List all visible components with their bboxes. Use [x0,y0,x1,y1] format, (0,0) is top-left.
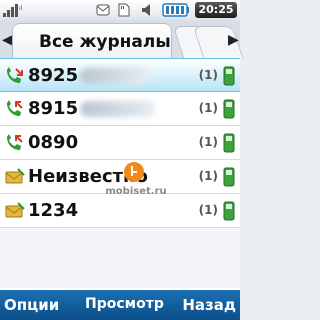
tab-all-logs[interactable]: Все журналы [12,23,172,58]
incoming-call-icon [7,67,23,83]
message-envelope-icon [5,168,25,184]
call-count: (1) [198,203,218,217]
call-log-list: 8925 (1) 8915 (1) 0890 (1) Неизвестно (1… [0,58,240,288]
sim-phone-icon [223,99,235,119]
redacted-digits [80,101,155,117]
clock: 20:25 [195,2,237,18]
list-empty-area [0,228,240,288]
message-envelope-icon [5,202,25,218]
call-count: (1) [198,101,218,115]
mobiset-logo-icon [124,162,144,182]
list-item[interactable]: 8915 (1) [0,92,240,126]
outgoing-call-icon [7,100,23,116]
view-softkey[interactable]: Просмотр [85,296,164,312]
tab-bar: ◀ Все журналы ▶ [0,20,244,58]
list-item[interactable]: 0890 (1) [0,126,240,160]
tab-right-arrow-icon[interactable]: ▶ [228,32,239,48]
call-number: 8925 [28,65,79,86]
sd-card-icon [118,3,130,17]
envelope-icon [96,4,110,16]
sim-phone-icon [223,167,235,187]
call-number: 0890 [28,132,79,153]
status-bar: ıl 20:25 [0,0,240,20]
options-softkey[interactable]: Опции [4,296,59,314]
sim-phone-icon [223,66,235,86]
outgoing-call-icon [7,134,23,150]
speaker-icon [142,4,150,16]
battery-icon [162,3,189,17]
list-item[interactable]: 1234 (1) [0,194,240,228]
redacted-digits [80,68,150,84]
svg-text:ıl: ıl [19,5,23,12]
call-count: (1) [198,169,218,183]
signal-icon: ıl [3,4,23,17]
back-softkey[interactable]: Назад [182,296,236,314]
call-number: 1234 [28,200,79,221]
list-item[interactable]: 8925 (1) [0,58,240,92]
tab-title: Все журналы [39,32,171,52]
softkey-bar: Опции Просмотр Назад [0,288,240,320]
call-number: 8915 [28,98,79,119]
sim-phone-icon [223,201,235,221]
watermark: mobiset.ru [105,186,167,197]
call-count: (1) [198,135,218,149]
call-count: (1) [198,68,218,82]
sim-phone-icon [223,133,235,153]
